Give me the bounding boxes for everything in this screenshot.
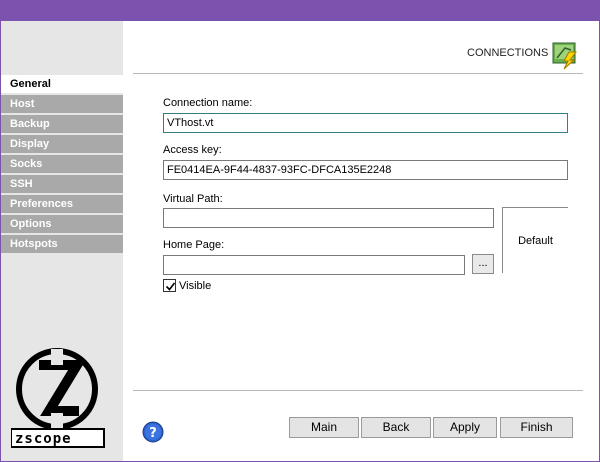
default-preview[interactable]: Default [502, 207, 568, 273]
sidebar-nav: General Host Backup Display Socks SSH Pr… [1, 75, 124, 255]
sidebar: General Host Backup Display Socks SSH Pr… [1, 21, 124, 461]
sidebar-item-options[interactable]: Options [1, 215, 123, 233]
help-icon[interactable]: ? [142, 421, 164, 443]
sidebar-item-preferences[interactable]: Preferences [1, 195, 123, 213]
svg-text:?: ? [149, 426, 157, 441]
connection-name-label: Connection name: [163, 97, 253, 109]
sidebar-item-host[interactable]: Host [1, 95, 123, 113]
access-key-field[interactable] [163, 160, 568, 180]
visible-label: Visible [179, 280, 212, 292]
window-titlebar [0, 0, 600, 21]
visible-checkbox[interactable] [163, 279, 176, 292]
svg-text:zscope: zscope [15, 431, 72, 447]
sidebar-item-general[interactable]: General [1, 75, 124, 93]
connection-name-field[interactable] [163, 113, 568, 133]
virtual-path-field[interactable] [163, 208, 494, 228]
checkmark-icon [165, 282, 176, 291]
virtual-path-label: Virtual Path: [163, 193, 223, 205]
apply-button[interactable]: Apply [433, 417, 497, 438]
header-divider [133, 73, 583, 74]
main-button[interactable]: Main [289, 417, 359, 438]
connection-plug-icon [549, 38, 581, 70]
back-button[interactable]: Back [361, 417, 431, 438]
sidebar-item-ssh[interactable]: SSH [1, 175, 123, 193]
home-page-label: Home Page: [163, 239, 225, 251]
page-title: CONNECTIONS [467, 47, 549, 59]
browse-button[interactable]: ... [472, 254, 494, 274]
finish-button[interactable]: Finish [500, 417, 573, 438]
sidebar-item-hotspots[interactable]: Hotspots [1, 235, 123, 253]
dialog-frame: General Host Backup Display Socks SSH Pr… [1, 21, 599, 461]
access-key-label: Access key: [163, 144, 222, 156]
sidebar-item-socks[interactable]: Socks [1, 155, 123, 173]
sidebar-item-backup[interactable]: Backup [1, 115, 123, 133]
home-page-field[interactable] [163, 255, 465, 275]
sidebar-item-display[interactable]: Display [1, 135, 123, 153]
footer-divider [133, 390, 583, 391]
zscope-logo: zscope [10, 345, 105, 449]
